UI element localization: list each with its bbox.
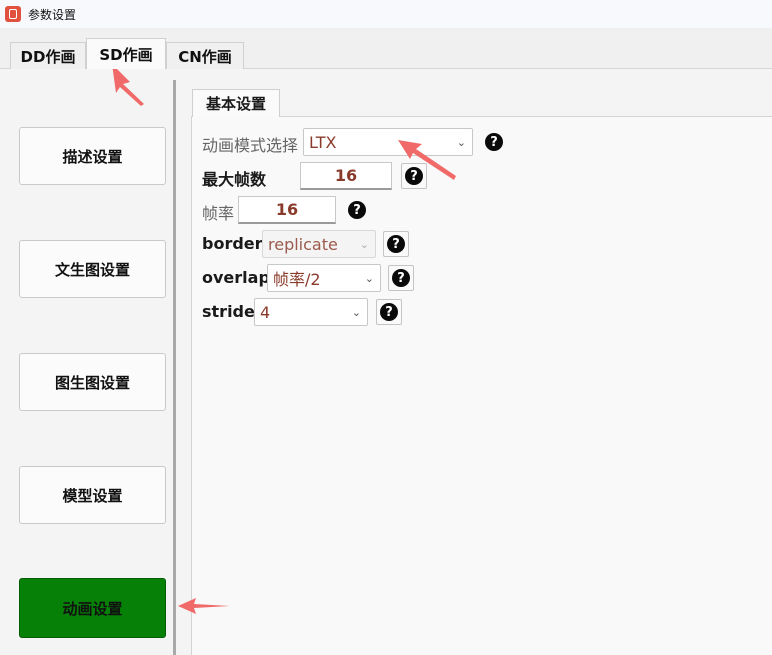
max-frames-input[interactable]: 16 bbox=[300, 162, 392, 190]
sidebar-item-animation-settings[interactable]: 动画设置 bbox=[19, 578, 166, 638]
overlap-select[interactable]: 帧率/2 ⌄ bbox=[267, 264, 381, 292]
stride-value: 4 bbox=[260, 302, 271, 322]
tab-sd-drawing[interactable]: SD作画 bbox=[86, 38, 166, 69]
max-frames-label: 最大帧数 bbox=[202, 170, 267, 189]
stride-label: stride bbox=[202, 302, 255, 321]
help-icon[interactable]: ? bbox=[376, 299, 402, 325]
help-icon[interactable]: ? bbox=[347, 200, 367, 220]
chevron-down-icon: ⌄ bbox=[351, 306, 361, 319]
animation-mode-select[interactable]: LTX ⌄ bbox=[303, 128, 473, 156]
help-icon[interactable]: ? bbox=[401, 163, 427, 189]
chevron-down-icon: ⌄ bbox=[364, 272, 374, 285]
border-value: replicate bbox=[268, 234, 338, 254]
help-icon[interactable]: ? bbox=[383, 231, 409, 257]
border-label: border bbox=[202, 234, 263, 253]
stride-select[interactable]: 4 ⌄ bbox=[254, 298, 368, 326]
overlap-label: overlap bbox=[202, 268, 270, 287]
frame-rate-label: 帧率 bbox=[202, 204, 235, 223]
overlap-value: 帧率/2 bbox=[273, 270, 321, 289]
chevron-down-icon: ⌄ bbox=[359, 238, 369, 251]
tab-dd-drawing[interactable]: DD作画 bbox=[10, 42, 86, 69]
animation-mode-label: 动画模式选择 bbox=[202, 136, 299, 155]
title-bar: 参数设置 bbox=[0, 0, 772, 28]
sidebar-item-model-settings[interactable]: 模型设置 bbox=[19, 466, 166, 524]
sidebar-splitter[interactable] bbox=[173, 80, 176, 655]
chevron-down-icon: ⌄ bbox=[456, 136, 466, 149]
border-select[interactable]: replicate ⌄ bbox=[262, 230, 376, 258]
help-icon[interactable]: ? bbox=[484, 132, 504, 152]
animation-mode-value: LTX bbox=[309, 132, 337, 152]
tab-basic-settings[interactable]: 基本设置 bbox=[192, 89, 280, 117]
window-title: 参数设置 bbox=[28, 7, 77, 22]
sidebar-item-description-settings[interactable]: 描述设置 bbox=[19, 127, 166, 185]
app-icon bbox=[5, 6, 21, 22]
frame-rate-input[interactable]: 16 bbox=[238, 196, 336, 224]
help-icon[interactable]: ? bbox=[388, 265, 414, 291]
sidebar-item-img2img-settings[interactable]: 图生图设置 bbox=[19, 353, 166, 411]
sidebar-item-txt2img-settings[interactable]: 文生图设置 bbox=[19, 240, 166, 298]
tab-cn-drawing[interactable]: CN作画 bbox=[166, 42, 244, 69]
